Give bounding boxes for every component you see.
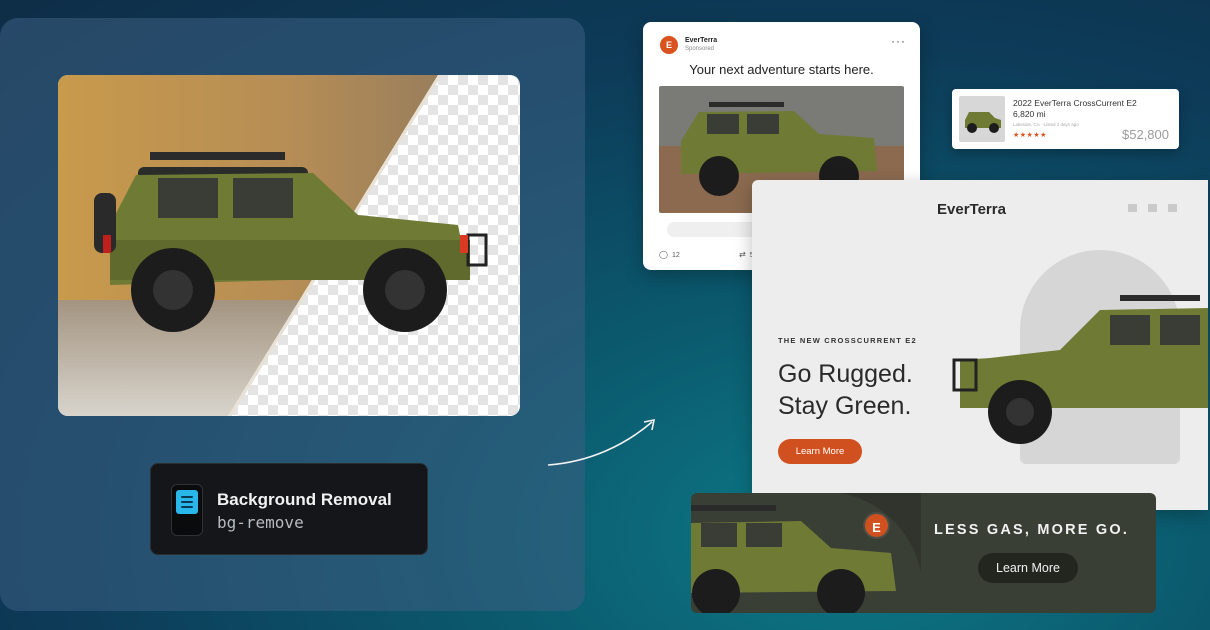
banner-headline: LESS GAS, MORE GO. bbox=[934, 522, 1130, 538]
rating-stars-icon: ★★★★★ bbox=[1013, 132, 1047, 139]
banner-brand-logo: E bbox=[863, 512, 890, 539]
listing-meta: Lakeside, CA · Listed 2 days ago bbox=[1013, 122, 1079, 127]
flow-arrow-icon bbox=[547, 418, 656, 466]
comment-icon: ◯ bbox=[659, 250, 668, 259]
vehicle-listing-card[interactable]: 2022 EverTerra CrossCurrent E2 6,820 mi … bbox=[952, 89, 1179, 149]
listing-price: $52,800 bbox=[1122, 127, 1169, 142]
menu-icon[interactable] bbox=[1168, 204, 1177, 212]
tool-title: Background Removal bbox=[217, 490, 392, 509]
banner-vehicle bbox=[691, 493, 921, 613]
repost-icon: ⇄ bbox=[739, 250, 746, 259]
hero-vehicle bbox=[952, 295, 1208, 444]
post-brand-name[interactable]: EverTerra bbox=[685, 37, 717, 44]
hero-headline: Go Rugged. Stay Green. bbox=[778, 360, 913, 420]
display-banner-ad[interactable]: E LESS GAS, MORE GO. Learn More bbox=[691, 493, 1156, 613]
site-nav-icons bbox=[1128, 204, 1188, 214]
comment-stat[interactable]: ◯ 12 bbox=[659, 250, 680, 259]
vehicle-photo bbox=[58, 75, 520, 416]
document-icon bbox=[171, 484, 203, 536]
tool-command: bg-remove bbox=[217, 513, 304, 532]
listing-title: 2022 EverTerra CrossCurrent E2 6,820 mi bbox=[1013, 98, 1137, 119]
banner-learn-more-button[interactable]: Learn More bbox=[978, 553, 1078, 583]
brand-avatar: E bbox=[660, 36, 678, 54]
message-icon[interactable] bbox=[1148, 204, 1157, 212]
more-options-icon[interactable]: ··· bbox=[891, 34, 906, 48]
background-removal-preview bbox=[58, 75, 520, 416]
post-caption: Your next adventure starts here. bbox=[689, 62, 874, 77]
sponsored-label: Sponsored bbox=[685, 46, 715, 52]
hero-eyebrow: THE NEW CROSSCURRENT E2 bbox=[778, 336, 917, 345]
listing-thumbnail bbox=[959, 96, 1005, 142]
website-mockup: EverTerra THE NEW CROSSCURRENT E2 Go Rug… bbox=[752, 180, 1208, 510]
tool-badge[interactable]: Background Removal bg-remove bbox=[150, 463, 428, 555]
learn-more-button[interactable]: Learn More bbox=[778, 439, 862, 464]
account-icon[interactable] bbox=[1128, 204, 1137, 212]
site-logo[interactable]: EverTerra bbox=[937, 201, 1006, 218]
